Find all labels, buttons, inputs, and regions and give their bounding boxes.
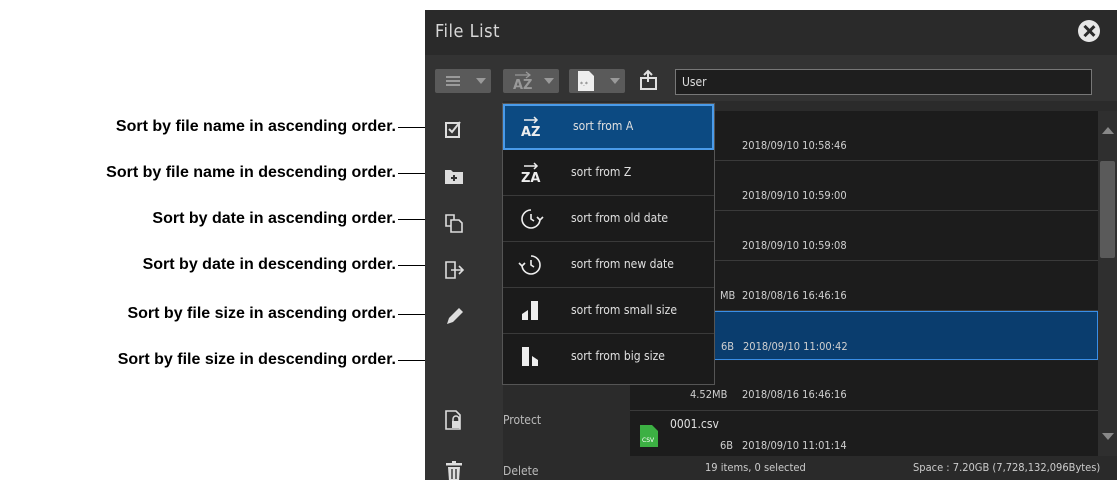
sidebar-item-protect[interactable]: Protect — [425, 397, 541, 444]
size-descending-icon — [522, 347, 538, 366]
close-icon[interactable] — [1078, 20, 1100, 42]
title-bar: File List — [425, 10, 1117, 55]
file-size: 6B — [721, 340, 735, 353]
rename-pencil-icon — [447, 308, 463, 324]
annotation-sort-size-desc: Sort by file size in descending order. — [117, 351, 396, 368]
sidebar-item-delete[interactable]: Delete — [425, 448, 538, 480]
sort-menu-item-big-size[interactable]: sort from big size — [503, 334, 714, 380]
path-value: User — [682, 75, 707, 89]
scroll-down-icon[interactable] — [1102, 433, 1114, 440]
file-date: 2018/09/10 10:59:00 — [742, 189, 847, 202]
list-item[interactable]: CSV 0001.csv 6B 2018/09/10 11:01:14 — [630, 411, 1098, 456]
file-name: 0001.csv — [670, 417, 719, 431]
copy-icon — [445, 214, 463, 233]
scrollbar[interactable] — [1098, 111, 1117, 456]
file-date: 2018/09/10 11:00:42 — [743, 340, 848, 353]
scroll-thumb[interactable] — [1100, 161, 1115, 258]
file-size: 4.52MB — [690, 388, 728, 401]
sidebar-item-new-folder[interactable] — [425, 153, 503, 200]
annotation-sort-name-desc: Sort by file name in descending order. — [106, 164, 396, 181]
sort-menu-label: sort from A — [573, 119, 634, 133]
item-count: 19 items, 0 selected — [705, 461, 806, 474]
svg-text:*.*: *.* — [580, 81, 588, 88]
chevron-down-icon — [544, 78, 554, 84]
svg-text:CSV: CSV — [642, 437, 655, 444]
free-space: Space : 7.20GB (7,728,132,096Bytes) — [913, 461, 1101, 474]
sort-menu-item-from-a[interactable]: AZ sort from A — [503, 104, 714, 150]
protect-lock-icon — [445, 410, 461, 430]
sort-za-icon: ZA — [521, 162, 541, 186]
sort-menu-item-from-z[interactable]: ZA sort from Z — [503, 150, 714, 196]
sort-menu-label: sort from big size — [571, 349, 665, 363]
clock-backward-icon — [518, 255, 541, 275]
toolbar: AZ *.* User — [425, 55, 1117, 101]
svg-text:AZ: AZ — [513, 78, 533, 93]
file-size: MB — [720, 289, 736, 302]
sort-menu-label: sort from old date — [571, 211, 669, 225]
folder-up-icon[interactable] — [638, 68, 662, 92]
list-view-icon — [446, 76, 460, 86]
chevron-down-icon — [476, 78, 486, 84]
sort-menu-item-new-date[interactable]: sort from new date — [503, 242, 714, 288]
file-date: 2018/09/10 11:01:14 — [742, 439, 847, 452]
current-path-field[interactable]: User — [675, 69, 1092, 95]
sort-az-icon: AZ — [513, 71, 533, 93]
sort-menu-label: sort from Z — [571, 165, 632, 179]
sidebar: Protect Delete — [425, 101, 541, 480]
sidebar-item-select[interactable] — [425, 106, 503, 153]
sidebar-item-label: Delete — [503, 464, 539, 478]
sort-menu: AZ sort from A ZA sort from Z sort from … — [502, 103, 715, 385]
sort-menu-item-old-date[interactable]: sort from old date — [503, 196, 714, 242]
file-date: 2018/09/10 10:58:46 — [742, 139, 847, 152]
sort-menu-label: sort from small size — [571, 303, 677, 317]
svg-text:AZ: AZ — [521, 125, 541, 140]
size-ascending-icon — [522, 301, 538, 320]
annotation-sort-date-desc: Sort by date in descending order. — [142, 256, 396, 273]
select-check-icon — [445, 121, 461, 138]
sort-menu-label: sort from new date — [571, 257, 674, 271]
file-date: 2018/08/16 16:46:16 — [742, 388, 847, 401]
sidebar-item-copy[interactable] — [425, 200, 503, 247]
file-filter-icon: *.* — [578, 71, 594, 91]
trash-icon — [446, 461, 462, 480]
move-icon — [445, 261, 465, 279]
file-date: 2018/08/16 16:46:16 — [742, 289, 847, 302]
file-date: 2018/09/10 10:59:08 — [742, 239, 847, 252]
chevron-down-icon — [610, 78, 620, 84]
sidebar-item-rename[interactable] — [425, 294, 503, 341]
annotation-sort-date-asc: Sort by date in ascending order. — [152, 210, 396, 227]
view-mode-dropdown[interactable] — [435, 69, 491, 93]
scroll-up-icon[interactable] — [1102, 127, 1114, 134]
file-size: 6B — [720, 439, 734, 452]
sidebar-item-move[interactable] — [425, 247, 503, 294]
window-title: File List — [435, 21, 500, 42]
sort-dropdown[interactable]: AZ — [503, 69, 559, 93]
sort-menu-item-small-size[interactable]: sort from small size — [503, 288, 714, 334]
new-folder-icon — [445, 170, 463, 184]
clock-forward-icon — [521, 209, 544, 229]
sort-az-icon: AZ — [521, 116, 541, 140]
annotation-sort-name-asc: Sort by file name in ascending order. — [115, 118, 396, 135]
file-type-dropdown[interactable]: *.* — [569, 69, 625, 93]
csv-file-icon: CSV — [640, 425, 658, 447]
status-bar: 19 items, 0 selected Space : 7.20GB (7,7… — [630, 456, 1117, 480]
svg-text:ZA: ZA — [521, 171, 541, 186]
annotation-sort-size-asc: Sort by file size in ascending order. — [127, 305, 396, 322]
sidebar-item-label: Protect — [503, 413, 542, 427]
